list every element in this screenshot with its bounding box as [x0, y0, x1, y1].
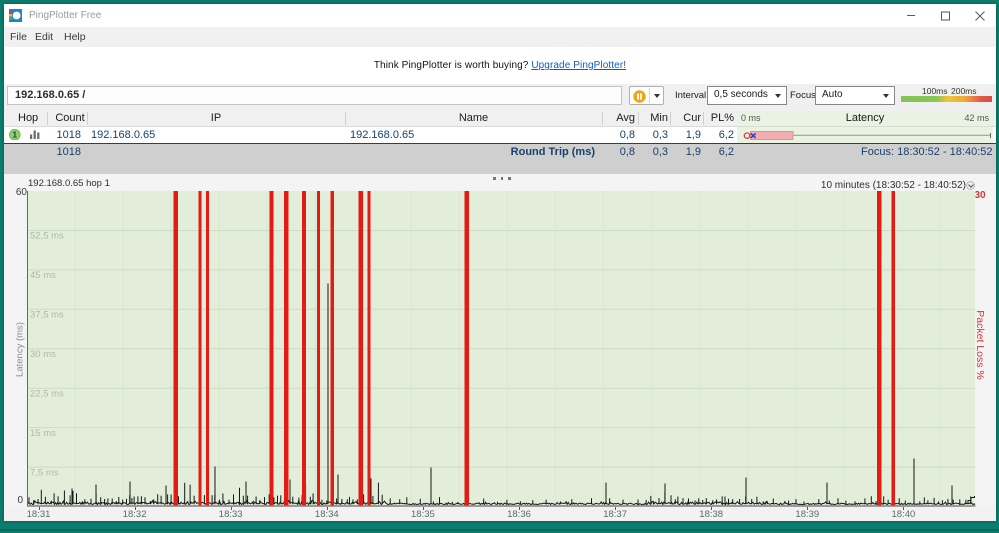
svg-text:1: 1 — [12, 129, 17, 139]
svg-text:45 ms: 45 ms — [30, 270, 56, 281]
svg-text:15 ms: 15 ms — [30, 427, 56, 438]
svg-text:37,5 ms: 37,5 ms — [30, 309, 64, 320]
svg-text:7,5 ms: 7,5 ms — [30, 467, 59, 478]
svg-text:52,5 ms: 52,5 ms — [30, 230, 64, 241]
svg-text:22,5 ms: 22,5 ms — [30, 388, 64, 399]
svg-text:30 ms: 30 ms — [30, 349, 56, 360]
